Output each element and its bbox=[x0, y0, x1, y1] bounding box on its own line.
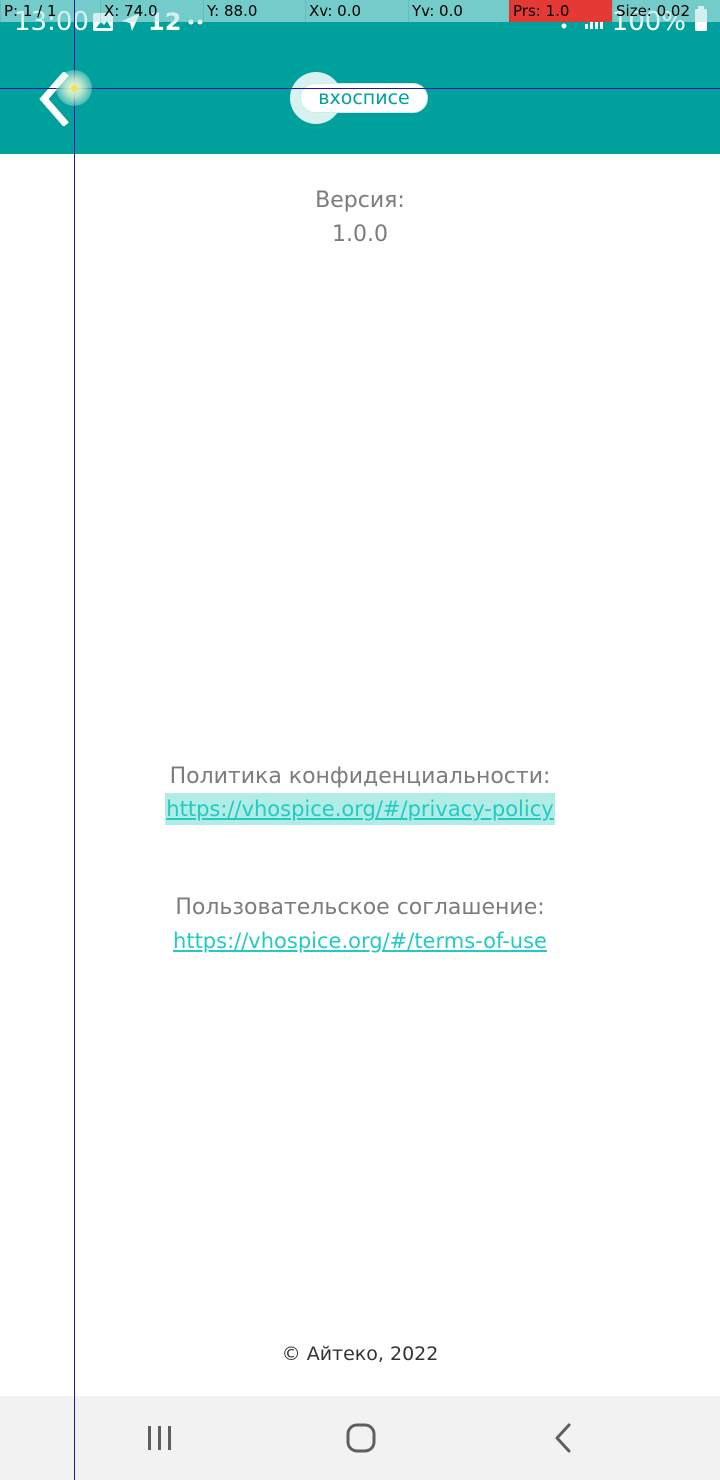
home-button[interactable] bbox=[331, 1414, 391, 1462]
touch-point bbox=[71, 85, 78, 92]
privacy-policy-row: https://vhospice.org/#/privacy-policy bbox=[0, 793, 720, 825]
privacy-policy-label: Политика конфиденциальности: bbox=[169, 764, 551, 789]
app-bar: 13:00 12 100% вхосписе bbox=[0, 0, 720, 154]
pointer-crosshair-vertical bbox=[74, 0, 75, 1480]
recent-apps-icon bbox=[148, 1426, 171, 1450]
pointer-crosshair-horizontal bbox=[0, 88, 720, 89]
debug-xv: Xv: 0.0 bbox=[305, 0, 408, 22]
version-value: 1.0.0 bbox=[332, 222, 388, 247]
debug-size: Size: 0.02 bbox=[612, 0, 720, 22]
version-label: Версия: bbox=[315, 188, 405, 213]
terms-of-use-link[interactable]: https://vhospice.org/#/terms-of-use bbox=[172, 925, 548, 957]
back-icon bbox=[555, 1423, 571, 1453]
debug-pressure: Prs: 1.0 bbox=[509, 0, 612, 22]
system-back-button[interactable] bbox=[533, 1414, 593, 1462]
app-logo: вхосписе bbox=[290, 70, 432, 126]
debug-x: X: 74.0 bbox=[100, 0, 203, 22]
pointer-debug-overlay: P: 1 / 1 X: 74.0 Y: 88.0 Xv: 0.0 Yv: 0.0… bbox=[0, 0, 720, 22]
debug-pointer-count: P: 1 / 1 bbox=[0, 0, 100, 22]
terms-of-use-label: Пользовательское соглашение: bbox=[175, 895, 545, 920]
recent-apps-button[interactable] bbox=[130, 1414, 190, 1462]
copyright-text: © Айтеко, 2022 bbox=[281, 1343, 439, 1365]
privacy-policy-link[interactable]: https://vhospice.org/#/privacy-policy bbox=[165, 793, 555, 825]
debug-y: Y: 88.0 bbox=[203, 0, 305, 22]
navigation-bar bbox=[0, 1396, 720, 1480]
home-icon bbox=[346, 1423, 376, 1453]
debug-yv: Yv: 0.0 bbox=[408, 0, 509, 22]
about-screen: 13:00 12 100% вхосписе Версия: 1.0.0 Пол… bbox=[0, 0, 720, 1480]
terms-of-use-row: https://vhospice.org/#/terms-of-use bbox=[0, 925, 720, 957]
